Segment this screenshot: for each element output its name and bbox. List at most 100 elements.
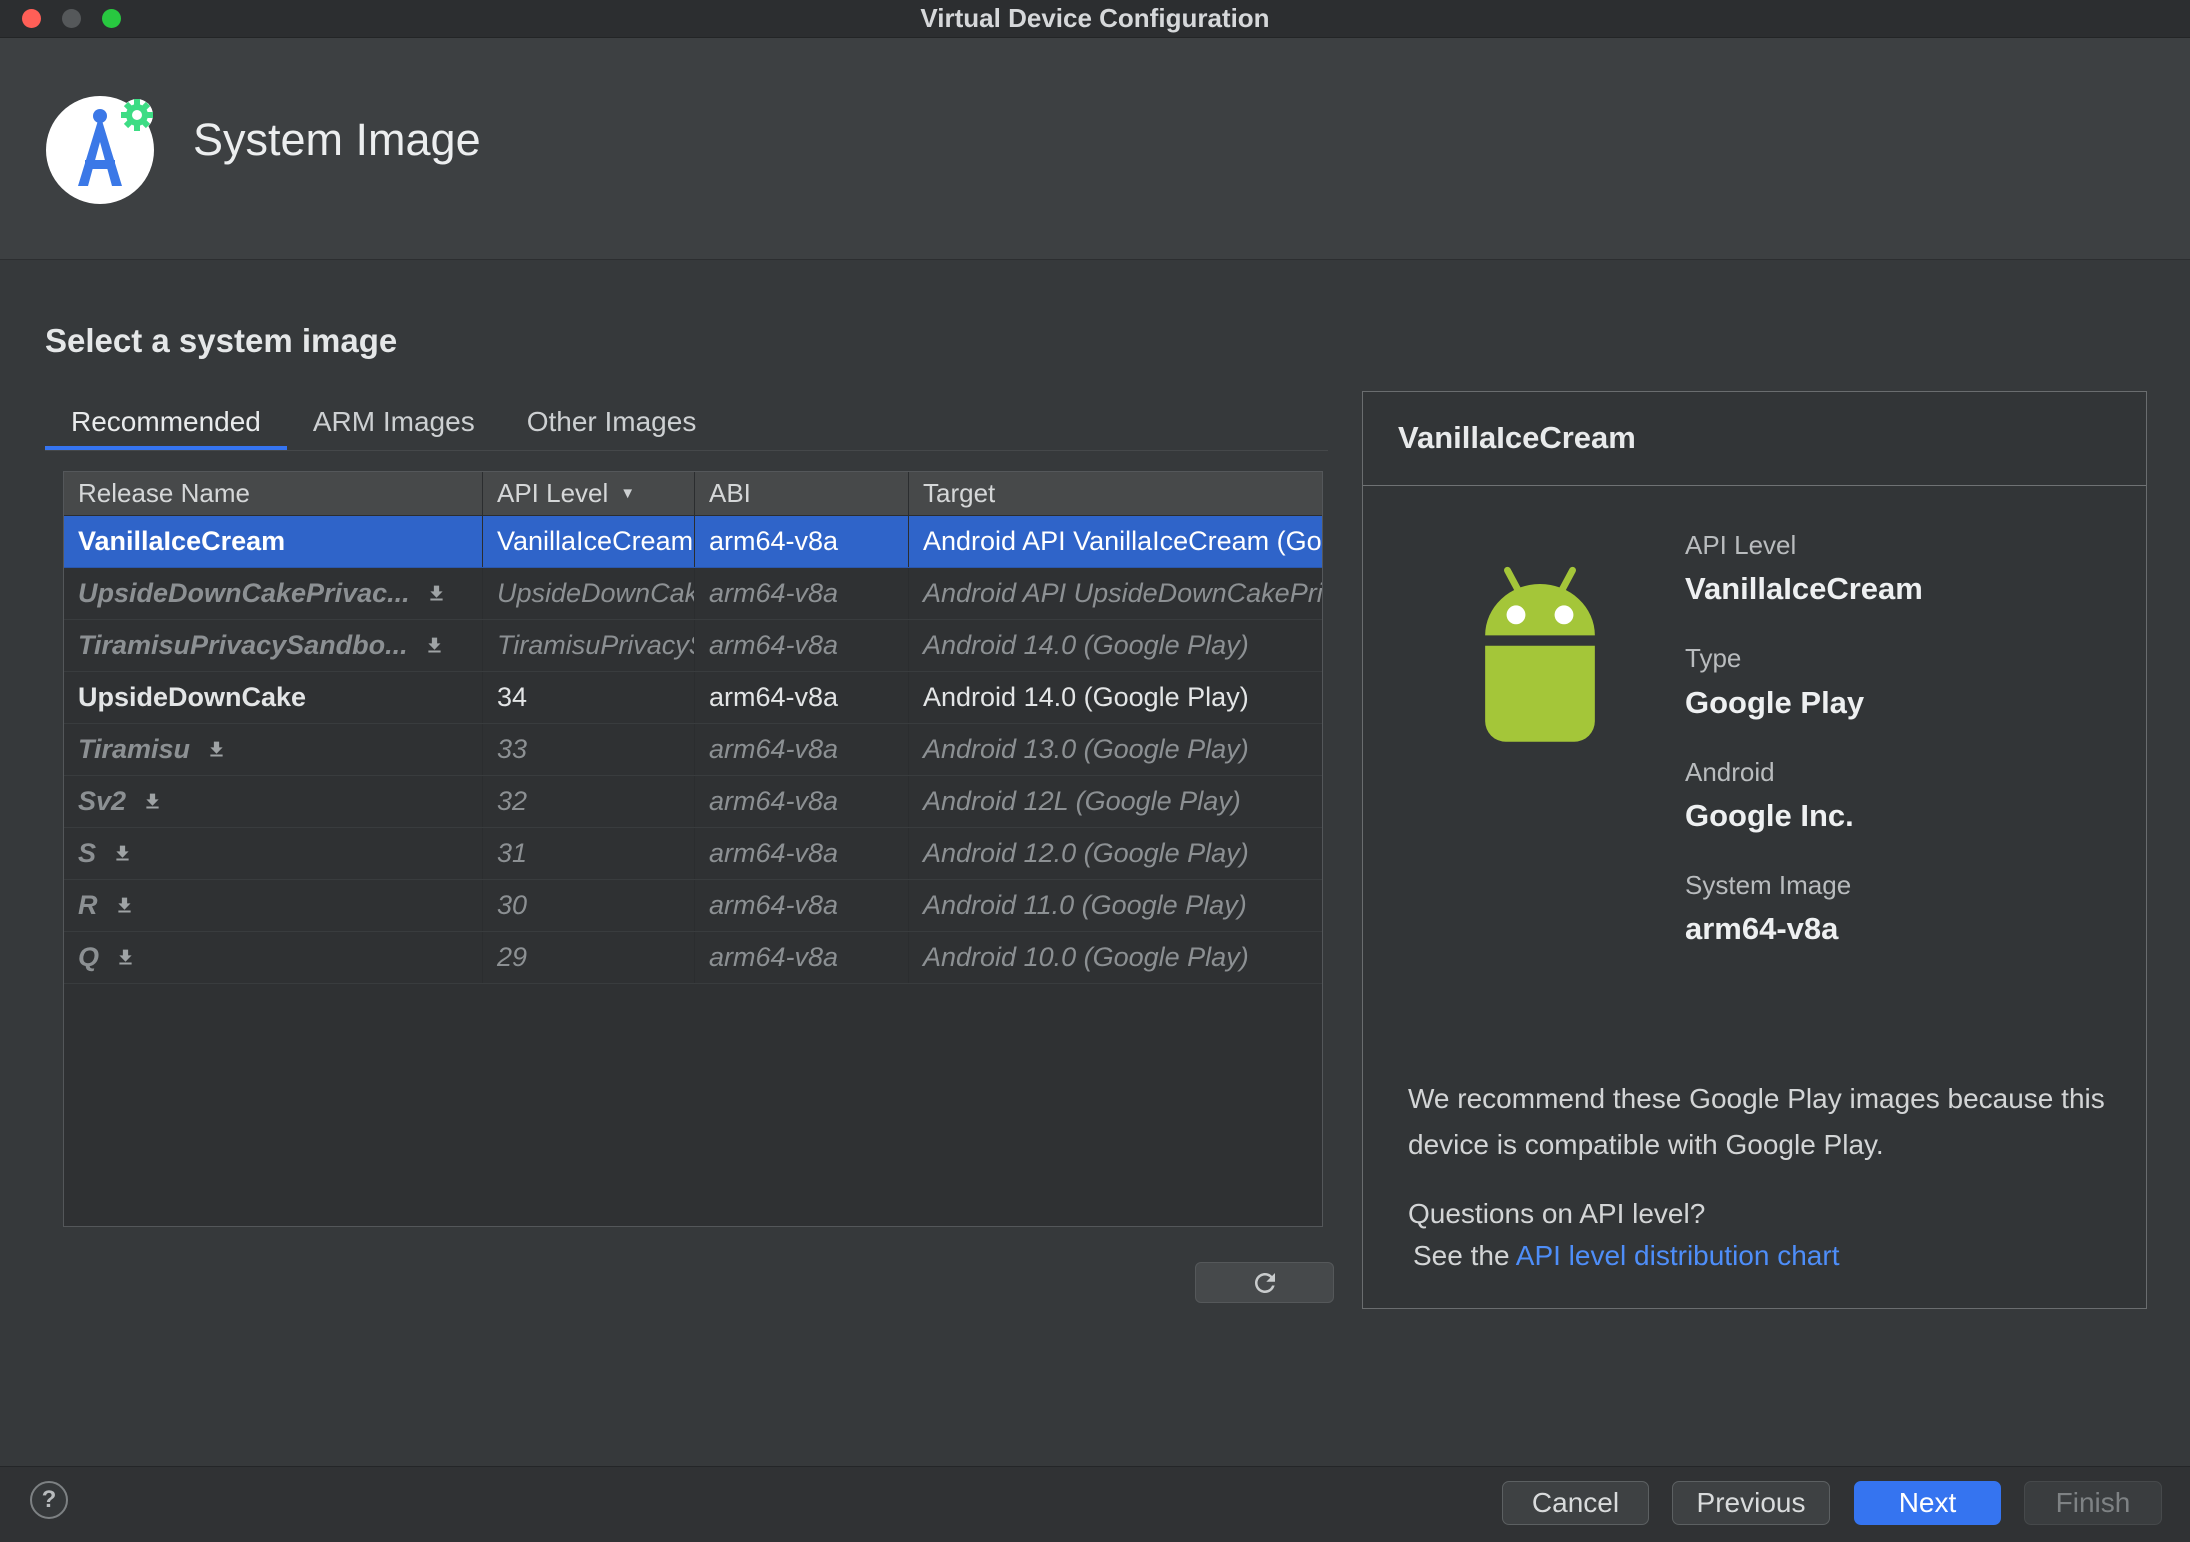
abi-cell: arm64-v8a [695, 880, 909, 931]
api-level-distribution-chart-link[interactable]: API level distribution chart [1516, 1240, 1840, 1271]
section-heading: Select a system image [45, 322, 398, 359]
column-label: ABI [709, 478, 751, 508]
details-title-divider [1363, 485, 2146, 486]
details-title: VanillaIceCream [1398, 420, 1636, 455]
api-level-link-line: See the API level distribution chart [1413, 1240, 1839, 1272]
release-name-cell: Sv2 [64, 776, 483, 827]
next-button[interactable]: Next [1854, 1481, 2001, 1525]
titlebar: Virtual Device Configuration [0, 0, 2190, 38]
page-title: System Image [193, 114, 481, 165]
column-header-abi[interactable]: ABI [695, 472, 909, 515]
target-cell: Android 12.0 (Google Play) [923, 838, 1249, 868]
release-name-cell: R [64, 880, 483, 931]
android-robot-icon [1454, 560, 1626, 757]
target-cell: Android API VanillaIceCream (Google Play… [923, 526, 1322, 556]
traffic-lights [22, 9, 121, 28]
target-cell: Android 10.0 (Google Play) [923, 942, 1249, 972]
release-name-cell: UpsideDownCakePrivac... [64, 568, 483, 619]
download-icon[interactable] [112, 843, 133, 864]
tab-arm-images[interactable]: ARM Images [287, 398, 501, 450]
wizard-header: System Image [0, 38, 2190, 260]
detail-field-api-level: API Level VanillaIceCream [1685, 530, 1923, 607]
abi-cell: arm64-v8a [695, 828, 909, 879]
field-value: arm64-v8a [1685, 911, 1839, 947]
abi-cell: arm64-v8a [695, 724, 909, 775]
target-cell: Android API UpsideDownCakePrivacySandbox [923, 578, 1322, 608]
release-name-cell: TiramisuPrivacySandbo... [64, 620, 483, 671]
system-image-table: Release Name API Level ▼ ABI Target Vani… [63, 471, 1323, 1227]
close-window-button[interactable] [22, 9, 41, 28]
release-name-cell: Tiramisu [64, 724, 483, 775]
column-label: Release Name [78, 478, 250, 508]
table-row-sv2[interactable]: Sv2 32 arm64-v8a Android 12L (Google Play) [64, 776, 1322, 828]
api-level-cell: 33 [483, 724, 695, 775]
api-level-cell: UpsideDownCake [483, 568, 695, 619]
detail-field-type: Type Google Play [1685, 643, 1923, 720]
tab-other-images[interactable]: Other Images [501, 398, 723, 450]
column-header-api-level[interactable]: API Level ▼ [483, 472, 695, 515]
refresh-icon [1250, 1268, 1280, 1298]
download-icon[interactable] [114, 895, 135, 916]
target-cell: Android 12L (Google Play) [923, 786, 1241, 816]
field-label: API Level [1685, 530, 1797, 560]
column-header-target[interactable]: Target [909, 472, 1322, 515]
download-icon[interactable] [426, 583, 447, 604]
table-row-upsidedowncake[interactable]: UpsideDownCake 34 arm64-v8a Android 14.0 (G… [64, 672, 1322, 724]
table-row-q[interactable]: Q 29 arm64-v8a Android 10.0 (Google Play) [64, 932, 1322, 984]
sort-descending-icon: ▼ [620, 485, 636, 502]
target-cell: Android 11.0 (Google Play) [923, 890, 1247, 920]
abi-cell: arm64-v8a [695, 568, 909, 619]
release-name-cell: UpsideDownCake [64, 672, 483, 723]
table-row-r[interactable]: R 30 arm64-v8a Android 11.0 (Google Play) [64, 880, 1322, 932]
field-value: VanillaIceCream [1685, 571, 1923, 607]
footer-bar: ? Cancel Previous Next Finish [0, 1466, 2190, 1542]
target-cell: Android 14.0 (Google Play) [923, 682, 1249, 712]
detail-fields: API Level VanillaIceCream Type Google Pl… [1685, 530, 1923, 984]
api-level-cell: 31 [483, 828, 695, 879]
help-button[interactable]: ? [30, 1481, 68, 1519]
zoom-window-button[interactable] [102, 9, 121, 28]
field-label: Android [1685, 756, 1775, 787]
table-body: VanillaIceCream VanillaIceCream arm64-v8a A… [64, 516, 1322, 984]
field-value: Google Inc. [1685, 797, 1854, 833]
table-row-tiramisu[interactable]: Tiramisu 33 arm64-v8a Android 13.0 (Google … [64, 724, 1322, 776]
detail-field-android: Android Google Inc. [1685, 757, 1923, 834]
tab-bar: Recommended ARM Images Other Images [45, 398, 1328, 451]
field-label: Type [1685, 643, 1742, 674]
column-label: API Level [497, 478, 609, 508]
release-name-cell: Q [64, 932, 483, 983]
download-icon[interactable] [115, 947, 136, 968]
table-row-upsidedowncakeprivac[interactable]: UpsideDownCakePrivac... UpsideDownCake arm… [64, 568, 1322, 620]
field-label: System Image [1685, 870, 1852, 901]
finish-button[interactable]: Finish [2024, 1481, 2162, 1525]
download-icon[interactable] [206, 739, 227, 760]
api-level-cell: 30 [483, 880, 695, 931]
abi-cell: arm64-v8a [695, 620, 909, 671]
abi-cell: arm64-v8a [695, 516, 909, 567]
previous-button[interactable]: Previous [1672, 1481, 1830, 1525]
target-cell: Android 13.0 (Google Play) [923, 734, 1249, 764]
column-header-release-name[interactable]: Release Name [64, 472, 483, 515]
table-row-vanillaicecream[interactable]: VanillaIceCream VanillaIceCream arm64-v8a A… [64, 516, 1322, 568]
minimize-window-button[interactable] [62, 9, 81, 28]
api-level-cell: 32 [483, 776, 695, 827]
field-value: Google Play [1685, 684, 1865, 720]
refresh-button[interactable] [1195, 1262, 1334, 1303]
table-row-tiramisuprivacysandbo[interactable]: TiramisuPrivacySandbo...TiramisuPrivacyS… [64, 620, 1322, 672]
table-row-s[interactable]: S 31 arm64-v8a Android 12.0 (Google Play) [64, 828, 1322, 880]
api-level-cell: 34 [483, 672, 695, 723]
download-icon[interactable] [424, 635, 445, 656]
question-mark-icon: ? [41, 1486, 57, 1513]
column-label: Target [923, 478, 996, 508]
release-name-cell: S [64, 828, 483, 879]
cancel-button[interactable]: Cancel [1502, 1481, 1649, 1525]
detail-field-system-image: System Image arm64-v8a [1685, 870, 1923, 947]
window-title: Virtual Device Configuration [920, 3, 1270, 33]
abi-cell: arm64-v8a [695, 776, 909, 827]
see-the-text: See the [1413, 1240, 1510, 1271]
tab-recommended[interactable]: Recommended [45, 398, 287, 450]
virtual-device-configuration-window: Virtual Device Configuration System Imag… [0, 0, 2190, 1542]
download-icon[interactable] [142, 791, 163, 812]
abi-cell: arm64-v8a [695, 672, 909, 723]
api-level-cell: VanillaIceCream [483, 516, 695, 567]
